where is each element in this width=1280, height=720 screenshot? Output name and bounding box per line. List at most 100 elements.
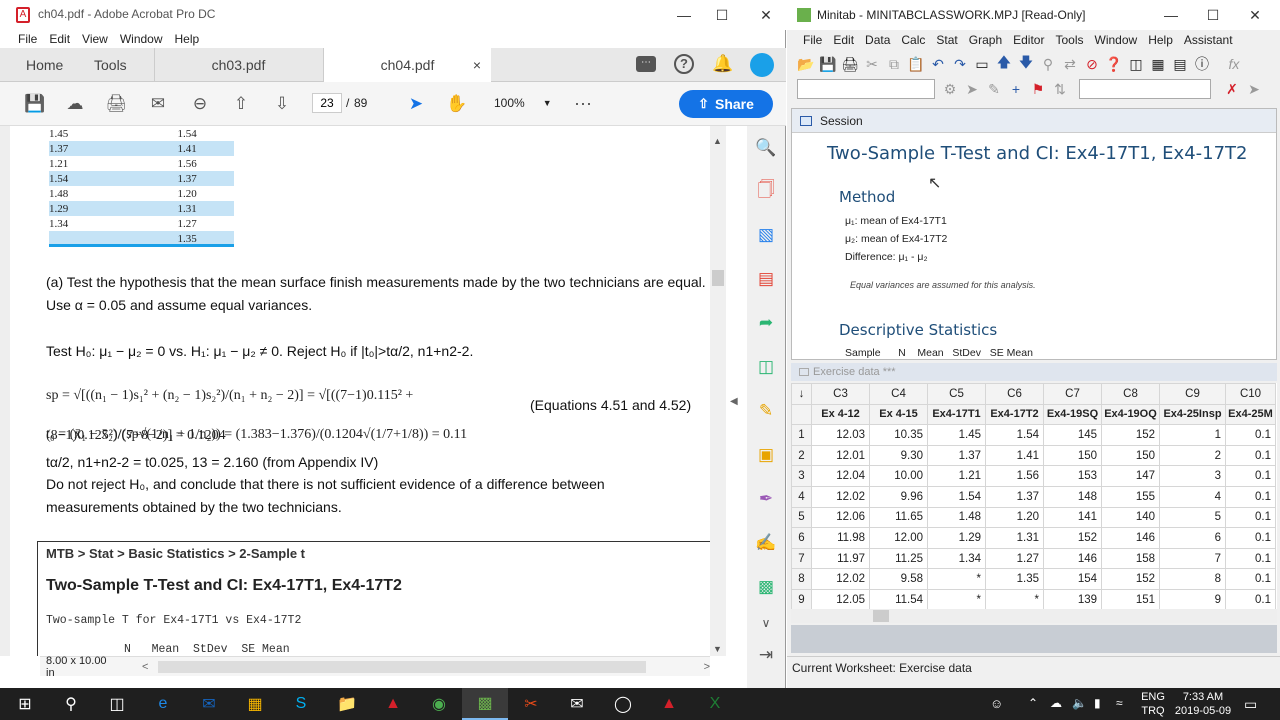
open-icon[interactable]: 📂 — [797, 55, 815, 73]
worksheet-cell[interactable]: 1.41 — [985, 444, 1044, 467]
more-options-icon[interactable]: ⋯ — [572, 94, 594, 114]
worksheet-cell[interactable]: 148 — [1043, 485, 1102, 508]
comment-tool-icon[interactable]: ▣ — [753, 442, 779, 468]
search-icon[interactable]: ⚲ — [48, 688, 94, 720]
worksheet-cell[interactable]: 0.1 — [1225, 444, 1276, 467]
row-number-cell[interactable]: 4 — [791, 485, 812, 508]
redo-icon[interactable]: ↷ — [951, 55, 969, 73]
people-icon[interactable]: ☺ — [990, 696, 1003, 711]
worksheet-cell[interactable]: 1.35 — [985, 568, 1044, 590]
worksheet-cell[interactable]: 12.05 — [811, 588, 870, 609]
worksheet-cell[interactable]: 1.54 — [927, 485, 986, 508]
minitab-close-button[interactable]: ✕ — [1235, 0, 1275, 30]
worksheet-cell[interactable]: Ex4-19OQ — [1101, 403, 1160, 426]
worksheet-cell[interactable]: 0.1 — [1225, 485, 1276, 508]
row-number-cell[interactable]: 6 — [791, 527, 812, 549]
zoom-dropdown[interactable]: 100% ▼ — [494, 96, 552, 110]
mt-menu-edit[interactable]: Edit — [833, 33, 854, 47]
zoom-out-icon[interactable]: ⊖ — [189, 94, 211, 114]
mt-menu-calc[interactable]: Calc — [901, 33, 925, 47]
mt-menu-window[interactable]: Window — [1095, 33, 1138, 47]
scan-icon[interactable]: ▩ — [753, 574, 779, 600]
h-scroll-right-icon[interactable]: > — [704, 661, 710, 673]
row-number-cell[interactable]: 2 — [791, 444, 812, 467]
session-icon[interactable]: ◫ — [1127, 55, 1145, 73]
task-view-icon[interactable]: ◫ — [94, 688, 140, 720]
worksheet-hscroll-thumb[interactable] — [873, 610, 889, 622]
search-icon[interactable]: 🔍 — [753, 135, 779, 161]
worksheet-cell[interactable]: 1.48 — [927, 506, 986, 529]
worksheet-cell[interactable]: Ex4-25M — [1225, 403, 1276, 426]
signature-icon[interactable]: ✍ — [753, 530, 779, 556]
row-number-cell[interactable]: 8 — [791, 568, 812, 590]
row-number-cell[interactable]: 7 — [791, 547, 812, 570]
mt-menu-assistant[interactable]: Assistant — [1184, 33, 1233, 47]
worksheet-cell[interactable]: 150 — [1043, 444, 1102, 467]
worksheet-cell[interactable]: * — [927, 588, 986, 609]
worksheet-cell[interactable]: 1.37 — [985, 485, 1044, 508]
worksheet-cell[interactable]: C3 — [811, 383, 870, 405]
worksheet-cell[interactable]: 152 — [1101, 568, 1160, 590]
create-pdf-icon[interactable]: ▧ — [753, 222, 779, 248]
select-icon[interactable]: ➤ — [963, 80, 981, 98]
help-icon[interactable]: ? — [674, 54, 694, 74]
worksheet-cell[interactable]: 10.00 — [869, 465, 928, 487]
worksheet-cell[interactable]: 146 — [1101, 527, 1160, 549]
worksheet-cell[interactable]: 12.03 — [811, 424, 870, 446]
worksheet-cell[interactable]: 10.35 — [869, 424, 928, 446]
graph-combo[interactable] — [1079, 79, 1211, 99]
worksheet-cell[interactable]: 11.98 — [811, 527, 870, 549]
cut-icon[interactable]: ✂ — [863, 55, 881, 73]
hand-tool-icon[interactable]: ✋ — [446, 94, 468, 114]
chrome-icon[interactable]: ◉ — [416, 688, 462, 720]
worksheet-cell[interactable]: 155 — [1101, 485, 1160, 508]
row-number-cell[interactable]: 9 — [791, 588, 812, 609]
worksheet-cell[interactable]: 151 — [1101, 588, 1160, 609]
arrow-down-icon[interactable]: ↓ — [791, 383, 812, 405]
worksheet-cell[interactable]: 12.02 — [811, 485, 870, 508]
chevron-down-icon[interactable]: ∨ — [753, 610, 779, 636]
mt-menu-editor[interactable]: Editor — [1013, 33, 1044, 47]
worksheet-cell[interactable]: Ex 4-12 — [811, 403, 870, 426]
function-icon[interactable]: fx — [1225, 55, 1243, 73]
h-scroll-thumb[interactable] — [158, 660, 646, 673]
worksheet-cell[interactable]: 158 — [1101, 547, 1160, 570]
minitab-taskbar-icon[interactable]: ▩ — [462, 688, 508, 720]
fill-sign-icon[interactable]: ✒ — [753, 486, 779, 512]
snipping-tool-icon[interactable]: ✂ — [508, 688, 554, 720]
volume-icon[interactable]: 🔈 — [1072, 696, 1087, 710]
worksheet-cell[interactable]: 154 — [1043, 568, 1102, 590]
menu-view[interactable]: View — [82, 32, 108, 46]
worksheet-cell[interactable]: 2 — [1159, 444, 1226, 467]
worksheet-cell[interactable]: Ex4-19SQ — [1043, 403, 1102, 426]
minimize-button[interactable]: — — [664, 0, 704, 30]
worksheet-cell[interactable]: 146 — [1043, 547, 1102, 570]
worksheet-cell[interactable]: 1.37 — [927, 444, 986, 467]
wifi-icon[interactable]: ≈ — [1116, 696, 1123, 710]
file-explorer-icon[interactable]: 📁 — [324, 688, 370, 720]
clock[interactable]: 7:33 AM 2019-05-09 — [1174, 690, 1232, 718]
window-icon[interactable]: ▭ — [973, 55, 991, 73]
find-icon[interactable]: ⚲ — [1039, 55, 1057, 73]
scroll-up-icon[interactable]: ▲ — [713, 136, 722, 146]
worksheet-cell[interactable]: 1.34 — [927, 547, 986, 570]
page-up-icon[interactable]: ⇧ — [230, 94, 252, 114]
language-indicator[interactable]: ENG TRQ — [1141, 690, 1165, 718]
worksheet-icon[interactable]: ▦ — [1149, 55, 1167, 73]
scroll-down-icon[interactable]: ▼ — [713, 644, 722, 654]
worksheet-cell[interactable]: 0.1 — [1225, 465, 1276, 487]
worksheet-cell[interactable]: 12.01 — [811, 444, 870, 467]
replace-icon[interactable]: ⇄ — [1061, 55, 1079, 73]
export-pdf-icon[interactable]: 🗍 — [753, 178, 779, 204]
worksheet-cell[interactable]: 1.21 — [927, 465, 986, 487]
worksheet-cell[interactable]: 1.27 — [985, 547, 1044, 570]
account-avatar[interactable] — [750, 53, 774, 77]
acrobat-2-icon[interactable]: ▲ — [646, 688, 692, 720]
worksheet-cell[interactable]: C10 — [1225, 383, 1276, 405]
arrow-up-icon[interactable]: 🡅 — [995, 54, 1013, 73]
pen-icon[interactable]: ✎ — [985, 80, 1003, 98]
menu-window[interactable]: Window — [120, 32, 163, 46]
onedrive-icon[interactable]: ☁ — [1050, 696, 1062, 710]
jitter-icon[interactable]: ⇅ — [1051, 80, 1069, 98]
info-icon[interactable]: ⓘ — [1193, 55, 1211, 73]
